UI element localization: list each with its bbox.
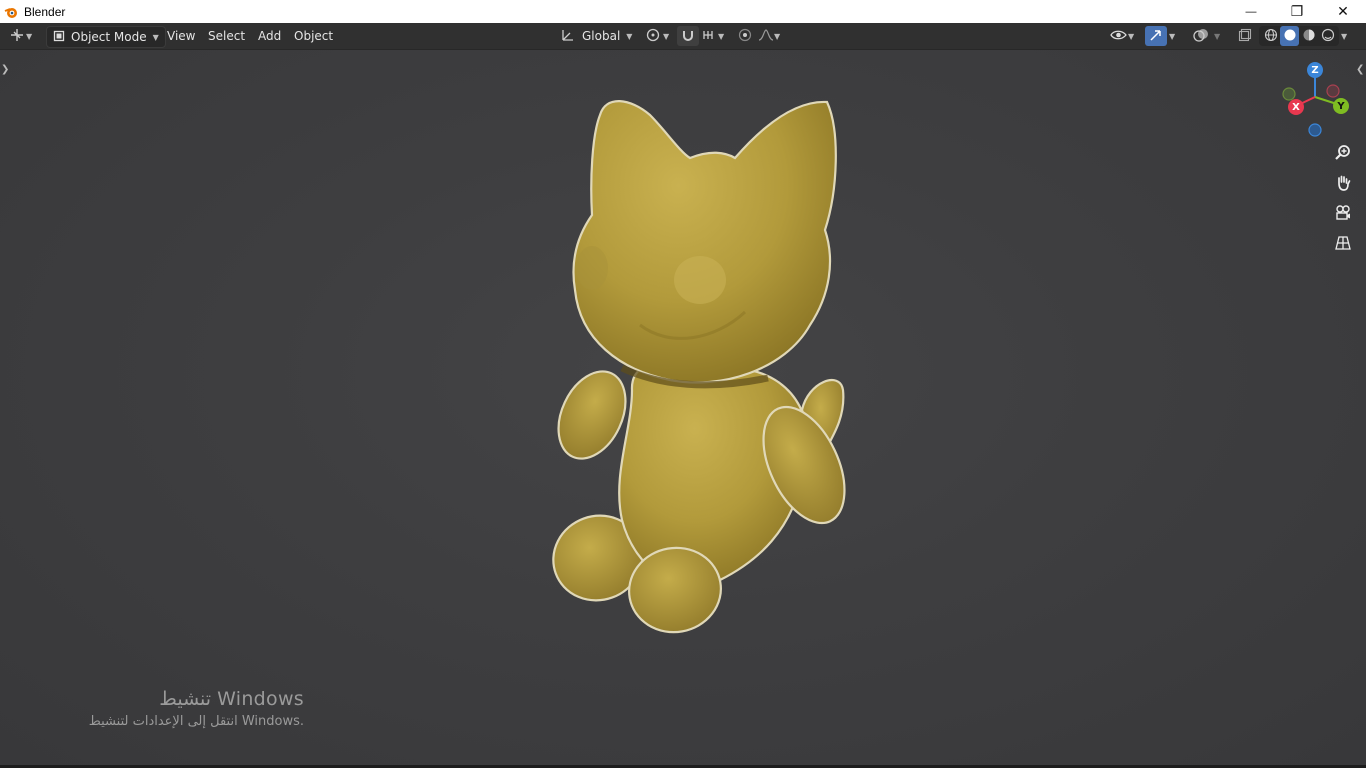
hand-pan-icon bbox=[1334, 174, 1352, 196]
viewport-header: ▼ Object Mode ▼ View Select Add Object G… bbox=[0, 23, 1366, 50]
rendered-sphere-icon bbox=[1321, 28, 1335, 45]
minimize-button[interactable]: — bbox=[1228, 0, 1274, 23]
chevron-down-icon: ▼ bbox=[774, 31, 781, 41]
chevron-down-icon: ▼ bbox=[626, 31, 633, 41]
xray-icon bbox=[1238, 28, 1252, 45]
material-sphere-icon bbox=[1302, 28, 1316, 45]
windows-activation-watermark: تنشيط Windows انتقل إلى الإعدادات لتنشيط… bbox=[89, 688, 304, 729]
camera-view-button[interactable] bbox=[1330, 202, 1356, 228]
visibility-dropdown[interactable]: ▼ bbox=[1110, 26, 1134, 46]
axis-y-label: Y bbox=[1337, 100, 1345, 112]
restore-icon: ❐ bbox=[1290, 3, 1304, 19]
gizmo-dropdown[interactable]: ▼ bbox=[1169, 26, 1175, 46]
pivot-point-icon bbox=[645, 27, 663, 46]
navigation-gizmo[interactable]: Z Y X bbox=[1278, 58, 1354, 138]
activation-subtitle: انتقل إلى الإعدادات لتنشيط Windows. bbox=[88, 714, 304, 729]
cat-figurine-model[interactable] bbox=[540, 90, 860, 650]
object-mode-icon bbox=[53, 30, 65, 45]
close-icon: ✕ bbox=[1337, 3, 1349, 19]
snap-increment-icon bbox=[702, 28, 718, 45]
shading-material-button[interactable] bbox=[1299, 26, 1318, 46]
falloff-curve-icon bbox=[758, 28, 774, 45]
xray-toggle[interactable] bbox=[1234, 26, 1256, 46]
mode-dropdown[interactable]: Object Mode ▼ bbox=[46, 26, 166, 48]
overlay-toggle[interactable] bbox=[1190, 26, 1212, 46]
minimize-icon: — bbox=[1245, 5, 1257, 18]
restore-button[interactable]: ❐ bbox=[1274, 0, 1320, 23]
close-button[interactable]: ✕ bbox=[1320, 0, 1366, 23]
overlay-dropdown[interactable]: ▼ bbox=[1214, 26, 1220, 46]
menu-add[interactable]: Add bbox=[252, 26, 287, 46]
shading-solid-button[interactable] bbox=[1280, 26, 1299, 46]
toolbar-expand-arrow-icon[interactable]: ❯ bbox=[1, 64, 9, 75]
shading-mode-group bbox=[1259, 26, 1339, 46]
chevron-down-icon: ▼ bbox=[1214, 31, 1221, 41]
chevron-down-icon: ▼ bbox=[718, 31, 725, 41]
menu-view[interactable]: View bbox=[161, 26, 201, 46]
solid-sphere-icon bbox=[1283, 28, 1297, 45]
wireframe-sphere-icon bbox=[1264, 28, 1278, 45]
sidebar-expand-arrow-icon[interactable]: ❮ bbox=[1356, 64, 1364, 75]
orientation-icon bbox=[560, 27, 576, 46]
snap-toggle[interactable] bbox=[677, 26, 699, 46]
move-gizmo-icon bbox=[8, 27, 26, 46]
activation-title: تنشيط Windows bbox=[159, 688, 304, 710]
blender-logo-icon bbox=[4, 5, 18, 19]
editor-type-button[interactable]: ▼ bbox=[8, 26, 32, 46]
gizmo-axis-z[interactable]: Z bbox=[1307, 62, 1323, 78]
axis-z-label: Z bbox=[1311, 64, 1319, 76]
window-titlebar: Blender — ❐ ✕ bbox=[0, 0, 1366, 23]
chevron-down-icon: ▼ bbox=[1169, 31, 1176, 41]
proportional-edit-toggle[interactable] bbox=[734, 26, 756, 46]
chevron-down-icon: ▼ bbox=[1128, 31, 1135, 41]
overlay-icon bbox=[1193, 27, 1209, 46]
chevron-down-icon: ▼ bbox=[26, 31, 33, 41]
snap-magnet-icon bbox=[681, 28, 695, 45]
zoom-button[interactable] bbox=[1330, 142, 1356, 168]
mode-label: Object Mode bbox=[71, 30, 147, 44]
axis-x-label: X bbox=[1292, 101, 1300, 113]
window-title: Blender bbox=[24, 4, 66, 19]
eye-icon bbox=[1110, 28, 1128, 45]
shading-wireframe-button[interactable] bbox=[1261, 26, 1280, 46]
transform-orientation-dropdown[interactable]: Global ▼ bbox=[560, 26, 632, 46]
camera-view-icon bbox=[1334, 204, 1352, 226]
shading-rendered-button[interactable] bbox=[1318, 26, 1337, 46]
gizmo-icon bbox=[1148, 27, 1164, 46]
menu-select[interactable]: Select bbox=[202, 26, 251, 46]
chevron-down-icon: ▼ bbox=[152, 32, 159, 42]
orientation-label: Global bbox=[582, 29, 621, 43]
falloff-dropdown[interactable]: ▼ bbox=[758, 26, 780, 46]
pivot-point-dropdown[interactable]: ▼ bbox=[645, 26, 669, 46]
gizmo-toggle[interactable] bbox=[1145, 26, 1167, 46]
perspective-grid-icon bbox=[1334, 234, 1352, 256]
proportional-edit-icon bbox=[738, 28, 752, 45]
gizmo-axis-y[interactable]: Y bbox=[1333, 98, 1349, 114]
chevron-down-icon: ▼ bbox=[663, 31, 670, 41]
shading-dropdown[interactable]: ▼ bbox=[1341, 26, 1347, 46]
snap-increment-dropdown[interactable]: ▼ bbox=[702, 26, 724, 46]
zoom-icon bbox=[1334, 144, 1352, 166]
chevron-down-icon: ▼ bbox=[1341, 31, 1348, 41]
gizmo-axis-x[interactable]: X bbox=[1288, 99, 1304, 115]
pan-button[interactable] bbox=[1330, 172, 1356, 198]
perspective-toggle-button[interactable] bbox=[1330, 232, 1356, 258]
menu-object[interactable]: Object bbox=[288, 26, 339, 46]
